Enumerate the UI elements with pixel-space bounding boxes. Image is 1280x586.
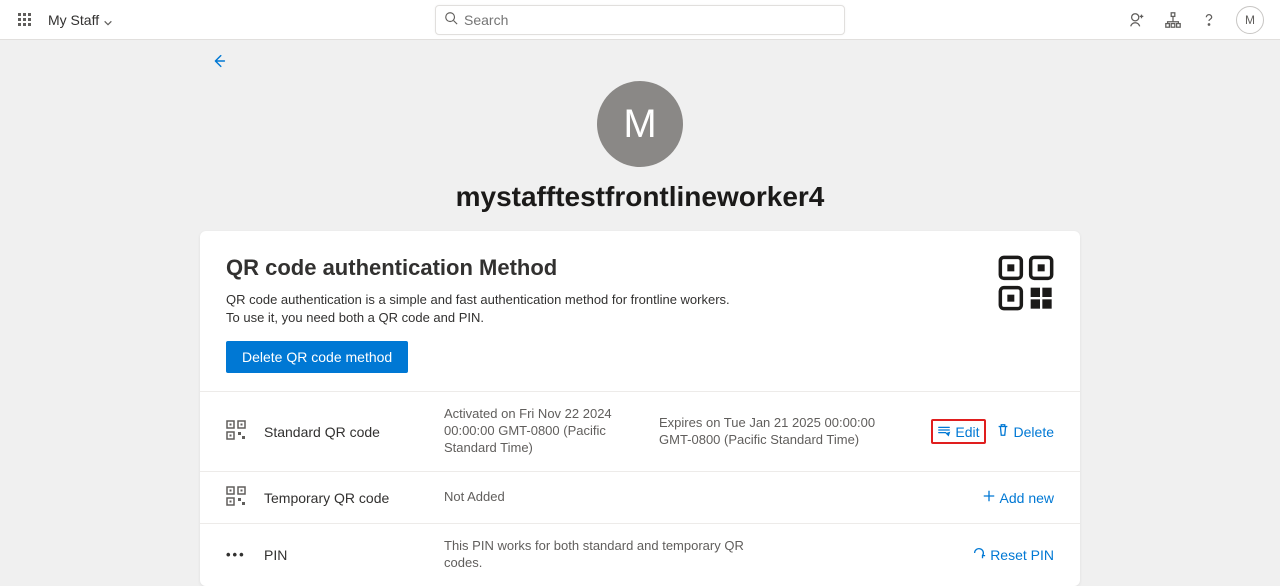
user-avatar-menu[interactable]: M (1236, 6, 1264, 34)
waffle-icon (18, 13, 31, 26)
plus-icon (982, 489, 996, 506)
search-icon (444, 11, 458, 28)
user-display-name: mystafftestfrontlineworker4 (200, 181, 1080, 213)
standard-qr-label: Standard QR code (264, 424, 444, 440)
trash-icon (996, 423, 1010, 440)
add-temporary-qr-button[interactable]: Add new (982, 489, 1054, 506)
feedback-icon[interactable] (1128, 11, 1146, 29)
card-header-section: QR code authentication Method QR code au… (200, 231, 1080, 392)
pin-label: PIN (264, 547, 444, 563)
back-button[interactable] (210, 52, 1280, 73)
standard-qr-expires: Expires on Tue Jan 21 2025 00:00:00 GMT-… (659, 415, 879, 449)
delete-standard-qr-button[interactable]: Delete (996, 423, 1054, 440)
org-chart-icon[interactable] (1164, 11, 1182, 29)
standard-qr-row: Standard QR code Activated on Fri Nov 22… (200, 392, 1080, 472)
chevron-down-icon (103, 15, 113, 25)
temporary-qr-row: Temporary QR code Not Added Add new (200, 472, 1080, 524)
app-title-text: My Staff (48, 12, 99, 28)
search-box[interactable] (435, 5, 845, 35)
page-content: M mystafftestfrontlineworker4 QR code au… (0, 40, 1280, 586)
more-icon: ••• (226, 547, 264, 562)
reset-pin-button[interactable]: Reset PIN (972, 546, 1054, 563)
card-title: QR code authentication Method (226, 255, 730, 281)
pin-description: This PIN works for both standard and tem… (444, 538, 744, 572)
card-description: QR code authentication is a simple and f… (226, 291, 730, 327)
user-header: M mystafftestfrontlineworker4 (200, 81, 1080, 213)
user-avatar-initial: M (623, 102, 656, 147)
arrow-left-icon (210, 52, 228, 70)
qr-code-icon (226, 486, 264, 509)
qr-code-illustration-icon (998, 255, 1054, 373)
user-avatar: M (597, 81, 683, 167)
app-header: My Staff M (0, 0, 1280, 40)
search-input[interactable] (464, 12, 836, 28)
temporary-qr-label: Temporary QR code (264, 490, 444, 506)
search-container (435, 5, 845, 35)
standard-qr-activated: Activated on Fri Nov 22 2024 00:00:00 GM… (444, 406, 659, 457)
qr-code-icon (226, 420, 264, 443)
app-title-dropdown[interactable]: My Staff (48, 12, 113, 28)
temporary-qr-status: Not Added (444, 489, 659, 506)
help-icon[interactable] (1200, 11, 1218, 29)
header-actions: M (1128, 6, 1272, 34)
avatar-initial: M (1245, 13, 1255, 27)
pin-row: ••• PIN This PIN works for both standard… (200, 524, 1080, 586)
app-launcher-button[interactable] (8, 4, 40, 36)
delete-qr-method-button[interactable]: Delete QR code method (226, 341, 408, 373)
edit-icon (937, 423, 951, 440)
edit-standard-qr-button[interactable]: Edit (931, 419, 985, 444)
refresh-icon (972, 546, 986, 563)
qr-auth-card: QR code authentication Method QR code au… (200, 231, 1080, 586)
